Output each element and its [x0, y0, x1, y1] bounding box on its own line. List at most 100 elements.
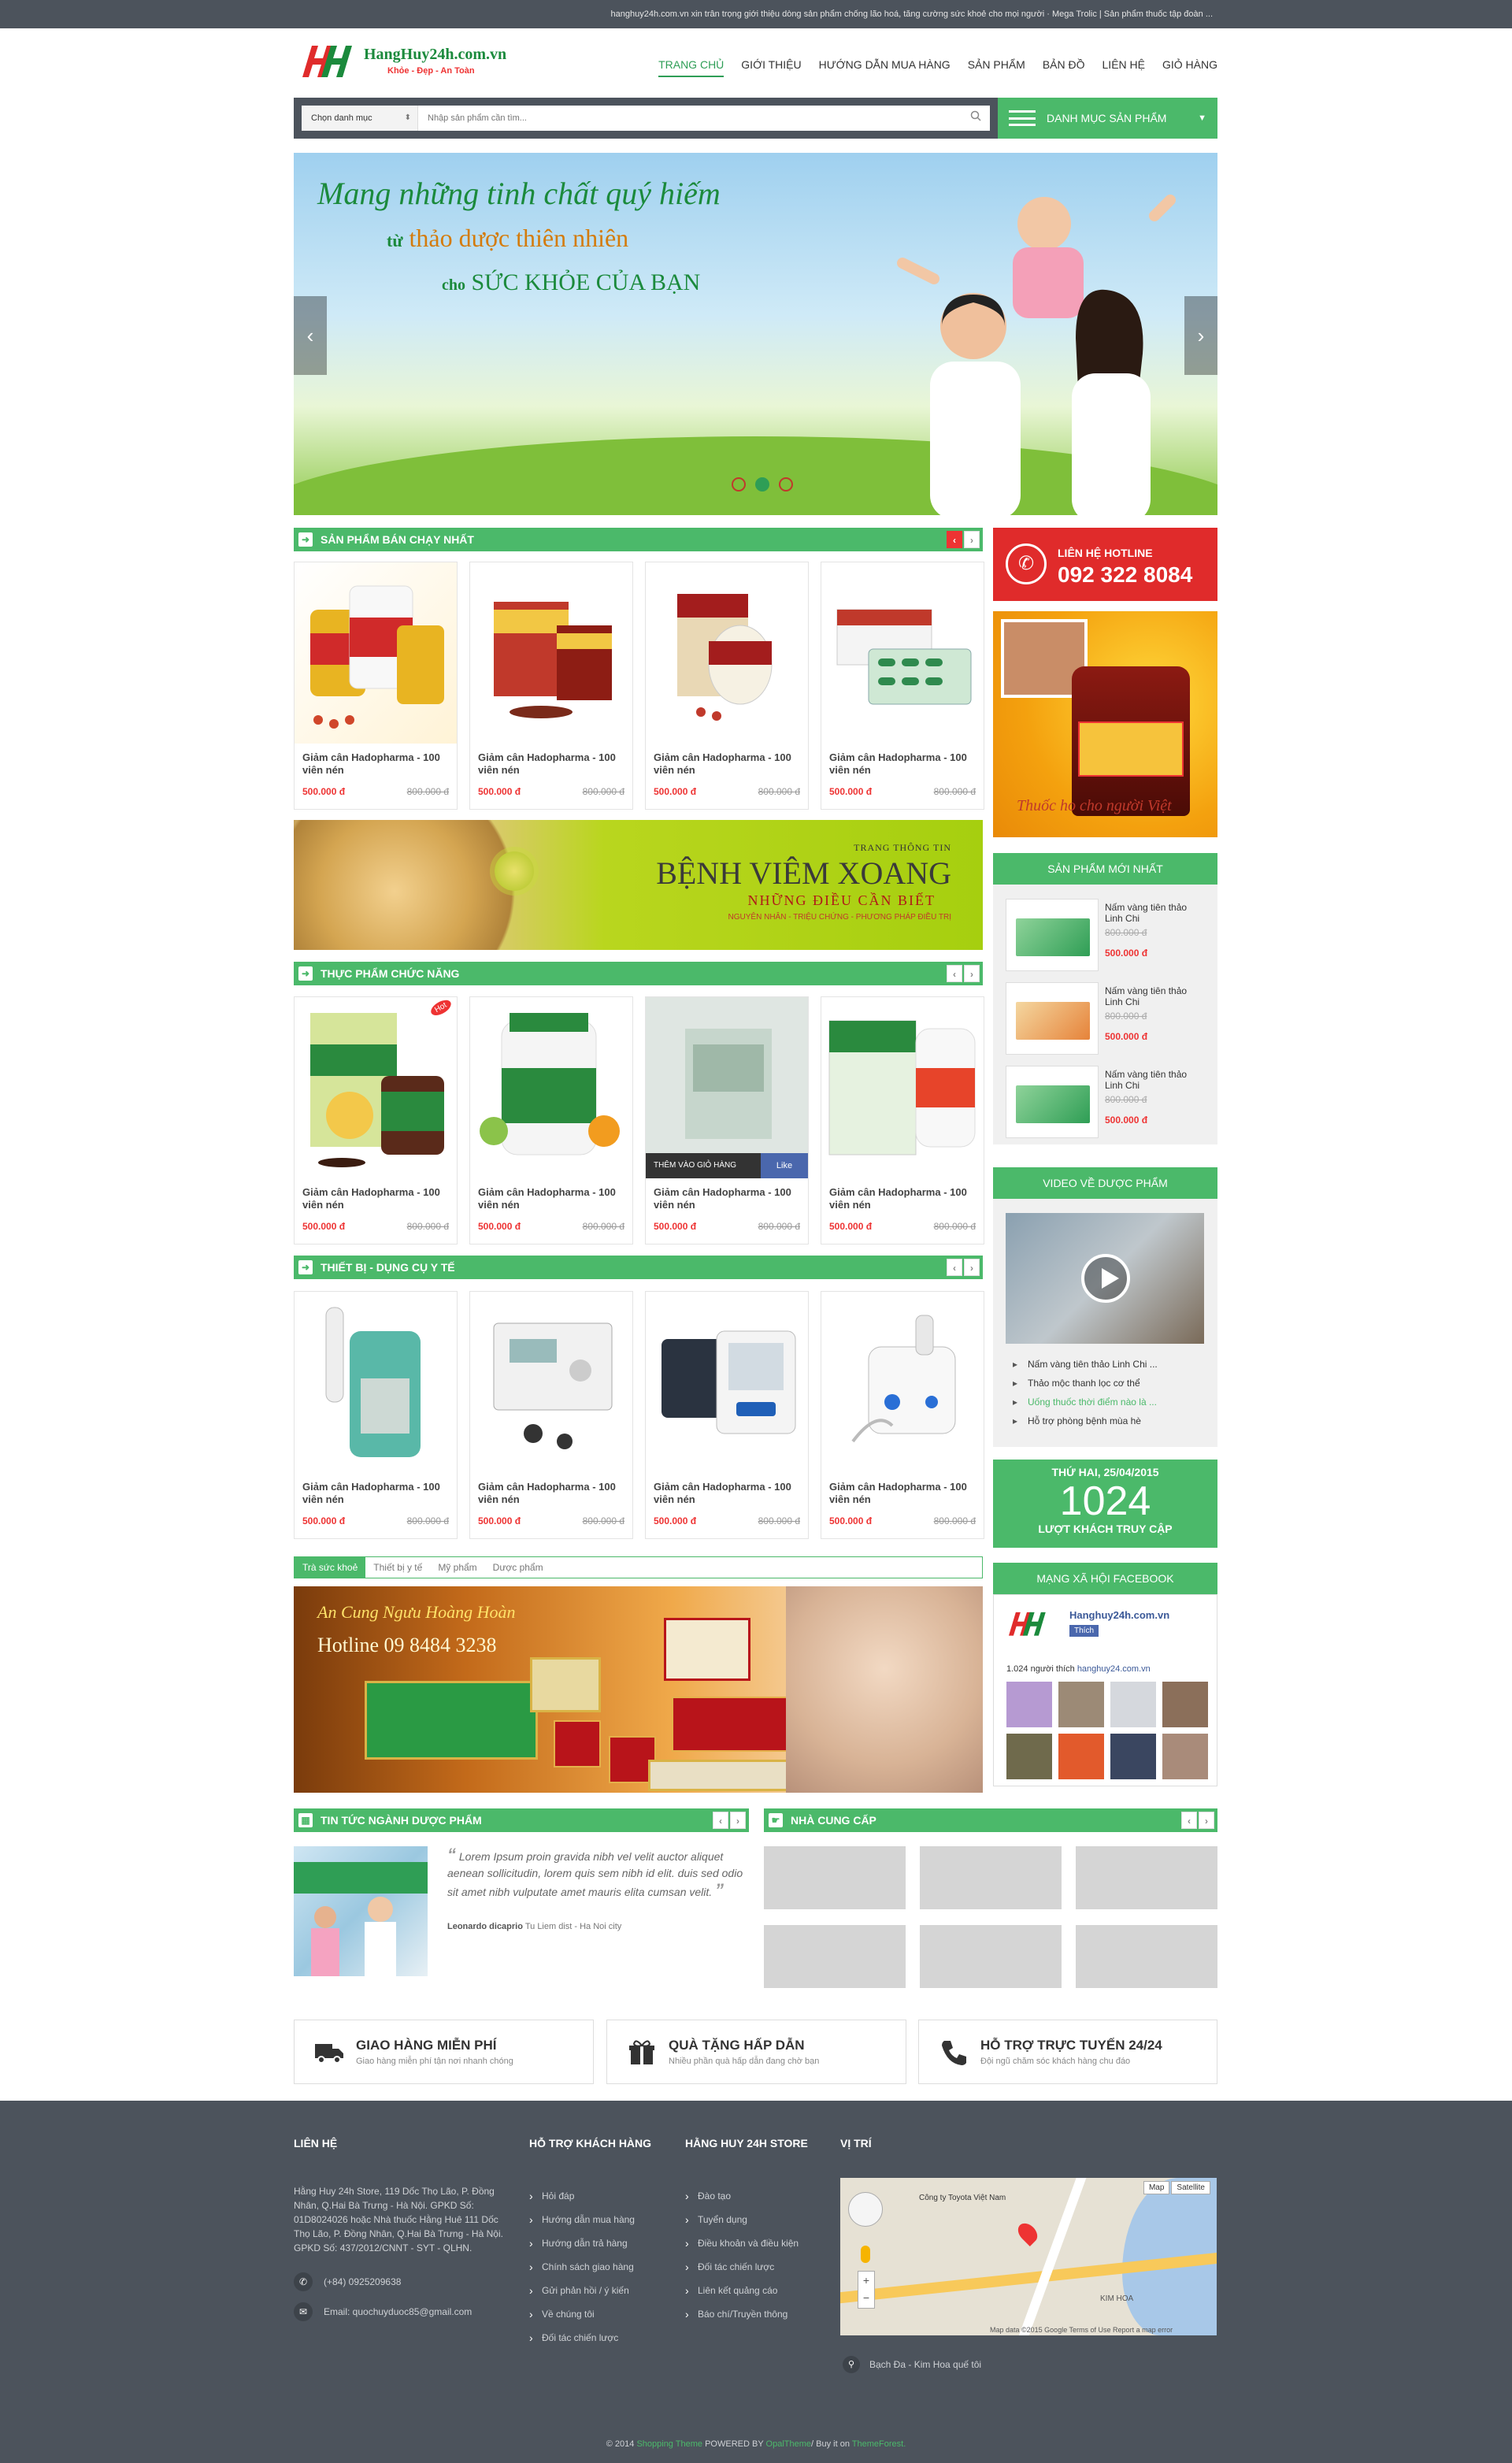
carousel-prev-button[interactable]: ‹ [947, 1259, 962, 1276]
site-logo[interactable]: HangHuy24h.com.vn Khỏe - Đẹp - An Toàn [299, 39, 551, 83]
google-map[interactable]: Công ty Toyota Việt Nam KIM HOA Map Satel… [840, 2178, 1217, 2335]
map-type-satellite-button[interactable]: Satellite [1171, 2181, 1210, 2194]
product-card[interactable]: Giảm cân Hadopharma - 100 viên nén 500.0… [821, 562, 984, 810]
product-title[interactable]: Giảm cân Hadopharma - 100 viên nén [295, 744, 457, 780]
product-card[interactable]: Giảm cân Hadopharma - 100 viên nén 500.0… [645, 562, 809, 810]
fan-avatar[interactable] [1110, 1682, 1156, 1727]
search-input[interactable] [418, 106, 962, 131]
footer-link[interactable]: Điều khoản và điều kiện [685, 2231, 808, 2255]
tab-medical-devices[interactable]: Thiết bị y tế [365, 1557, 430, 1578]
product-title[interactable]: Giảm cân Hadopharma - 100 viên nén [470, 1473, 632, 1509]
map-type-map-button[interactable]: Map [1143, 2181, 1170, 2194]
carousel-next-button[interactable]: › [964, 1259, 980, 1276]
supplier-logo[interactable] [764, 1925, 906, 1988]
slider-dot[interactable] [732, 477, 746, 491]
nav-products[interactable]: SẢN PHẨM [968, 58, 1025, 77]
carousel-next-button[interactable]: › [964, 965, 980, 982]
street-view-pegman-icon[interactable] [861, 2246, 870, 2263]
video-list-item[interactable]: Thảo mộc thanh lọc cơ thể [1006, 1374, 1204, 1393]
slider-dot-active[interactable] [755, 477, 769, 491]
product-title[interactable]: Giảm cân Hadopharma - 100 viên nén [646, 1178, 808, 1215]
product-card[interactable]: Hot Giảm cân Hadopharma - 100 viên nén 5… [294, 996, 458, 1244]
footer-link[interactable]: Chính sách giao hàng [529, 2255, 651, 2279]
carousel-prev-button[interactable]: ‹ [1181, 1812, 1197, 1829]
video-player[interactable] [1006, 1213, 1204, 1344]
theme-link[interactable]: Shopping Theme [636, 2439, 702, 2449]
fan-avatar[interactable] [1162, 1734, 1208, 1779]
carousel-next-button[interactable]: › [1199, 1812, 1214, 1829]
nav-buying-guide[interactable]: HƯỚNG DẪN MUA HÀNG [819, 58, 951, 77]
fan-avatar[interactable] [1162, 1682, 1208, 1727]
product-name[interactable]: Nấm vàng tiên thảo Linh Chi [1105, 985, 1199, 1007]
product-title[interactable]: Giảm cân Hadopharma - 100 viên nén [821, 1473, 984, 1509]
product-name[interactable]: Nấm vàng tiên thảo Linh Chi [1105, 1069, 1199, 1091]
add-to-cart-button[interactable]: THÊM VÀO GIỎ HÀNG [646, 1153, 761, 1178]
nav-contact[interactable]: LIÊN HỆ [1102, 58, 1145, 77]
product-card[interactable]: Giảm cân Hadopharma - 100 viên nén 500.0… [821, 996, 984, 1244]
supplier-logo[interactable] [1076, 1846, 1217, 1909]
nav-about[interactable]: GIỚI THIỆU [741, 58, 801, 77]
footer-link[interactable]: Về chúng tôi [529, 2302, 651, 2326]
slider-next-arrow[interactable]: › [1184, 296, 1217, 375]
video-list-item[interactable]: Hỗ trợ phòng bệnh mùa hè [1006, 1411, 1204, 1430]
footer-link[interactable]: Đào tạo [685, 2184, 808, 2208]
footer-link[interactable]: Hướng dẫn mua hàng [529, 2208, 651, 2231]
footer-link[interactable]: Hướng dẫn trả hàng [529, 2231, 651, 2255]
carousel-next-button[interactable]: › [964, 531, 980, 548]
category-select[interactable]: Chọn danh mục [302, 106, 418, 131]
product-image[interactable] [821, 997, 984, 1178]
search-icon[interactable] [962, 106, 990, 131]
product-image[interactable] [646, 1292, 808, 1473]
new-product-item[interactable]: Nấm vàng tiên thảo Linh Chi 800.000 đ 50… [1006, 982, 1204, 1059]
slider-dot[interactable] [779, 477, 793, 491]
product-image[interactable]: Hot [295, 997, 457, 1178]
product-thumbnail[interactable] [1006, 982, 1099, 1055]
product-image[interactable] [821, 562, 984, 744]
hotline-number[interactable]: 092 322 8084 [1058, 562, 1192, 588]
product-title[interactable]: Giảm cân Hadopharma - 100 viên nén [295, 1178, 457, 1215]
video-list-item[interactable]: Nấm vàng tiên thảo Linh Chi ... [1006, 1355, 1204, 1374]
carousel-prev-button[interactable]: ‹ [947, 531, 962, 548]
tab-cosmetics[interactable]: Mỹ phẩm [430, 1557, 484, 1578]
play-icon[interactable] [1081, 1254, 1130, 1303]
footer-email[interactable]: ✉ Email: quochuyduoc85@gmail.com [294, 2302, 514, 2321]
product-thumbnail[interactable] [1006, 899, 1099, 971]
product-card[interactable]: Giảm cân Hadopharma - 100 viên nén 500.0… [469, 562, 633, 810]
product-image[interactable] [470, 562, 632, 744]
footer-link[interactable]: Liên kết quảng cáo [685, 2279, 808, 2302]
fan-avatar[interactable] [1058, 1734, 1104, 1779]
supplier-logo[interactable] [920, 1846, 1062, 1909]
sinus-info-banner[interactable]: TRANG THÔNG TIN BỆNH VIÊM XOANG NHỮNG ĐI… [294, 820, 983, 950]
slider-prev-arrow[interactable]: ‹ [294, 296, 327, 375]
news-thumbnail[interactable] [294, 1846, 428, 1976]
product-title[interactable]: Giảm cân Hadopharma - 100 viên nén [470, 1178, 632, 1215]
new-product-item[interactable]: Nấm vàng tiên thảo Linh Chi 800.000 đ 50… [1006, 899, 1204, 976]
nav-map[interactable]: BẢN ĐỒ [1043, 58, 1085, 77]
video-list-item[interactable]: Uống thuốc thời điểm nào là ... [1006, 1393, 1204, 1411]
hotline-box[interactable]: ✆ LIÊN HỆ HOTLINE 092 322 8084 [993, 528, 1217, 601]
product-image[interactable] [821, 1292, 984, 1473]
supplier-logo[interactable] [764, 1846, 906, 1909]
nav-home[interactable]: TRANG CHỦ [658, 58, 724, 77]
product-title[interactable]: Giảm cân Hadopharma - 100 viên nén [646, 1473, 808, 1509]
footer-link[interactable]: Đối tác chiến lược [685, 2255, 808, 2279]
footer-link[interactable]: Báo chí/Truyền thông [685, 2302, 808, 2326]
supplier-logo[interactable] [1076, 1925, 1217, 1988]
footer-link[interactable]: Hỏi đáp [529, 2184, 651, 2208]
product-card[interactable]: Giảm cân Hadopharma - 100 viên nén 500.0… [645, 1291, 809, 1539]
product-thumbnail[interactable] [1006, 1066, 1099, 1138]
fan-avatar[interactable] [1006, 1682, 1052, 1727]
product-image[interactable] [470, 997, 632, 1178]
product-name[interactable]: Nấm vàng tiên thảo Linh Chi [1105, 902, 1199, 924]
map-pan-control[interactable] [848, 2192, 883, 2227]
fb-like-button[interactable]: Thích [1069, 1625, 1099, 1637]
product-image[interactable] [295, 562, 457, 744]
tab-pharmaceuticals[interactable]: Dược phẩm [485, 1557, 551, 1578]
fan-avatar[interactable] [1058, 1682, 1104, 1727]
footer-link[interactable]: Gửi phản hồi / ý kiến [529, 2279, 651, 2302]
product-card[interactable]: Giảm cân Hadopharma - 100 viên nén 500.0… [469, 996, 633, 1244]
product-title[interactable]: Giảm cân Hadopharma - 100 viên nén [646, 744, 808, 780]
carousel-prev-button[interactable]: ‹ [947, 965, 962, 982]
new-product-item[interactable]: Nấm vàng tiên thảo Linh Chi 800.000 đ 50… [1006, 1066, 1204, 1143]
tea-promo-banner[interactable]: An Cung Ngưu Hoàng Hoàn Hotline 09 8484 … [294, 1586, 983, 1793]
